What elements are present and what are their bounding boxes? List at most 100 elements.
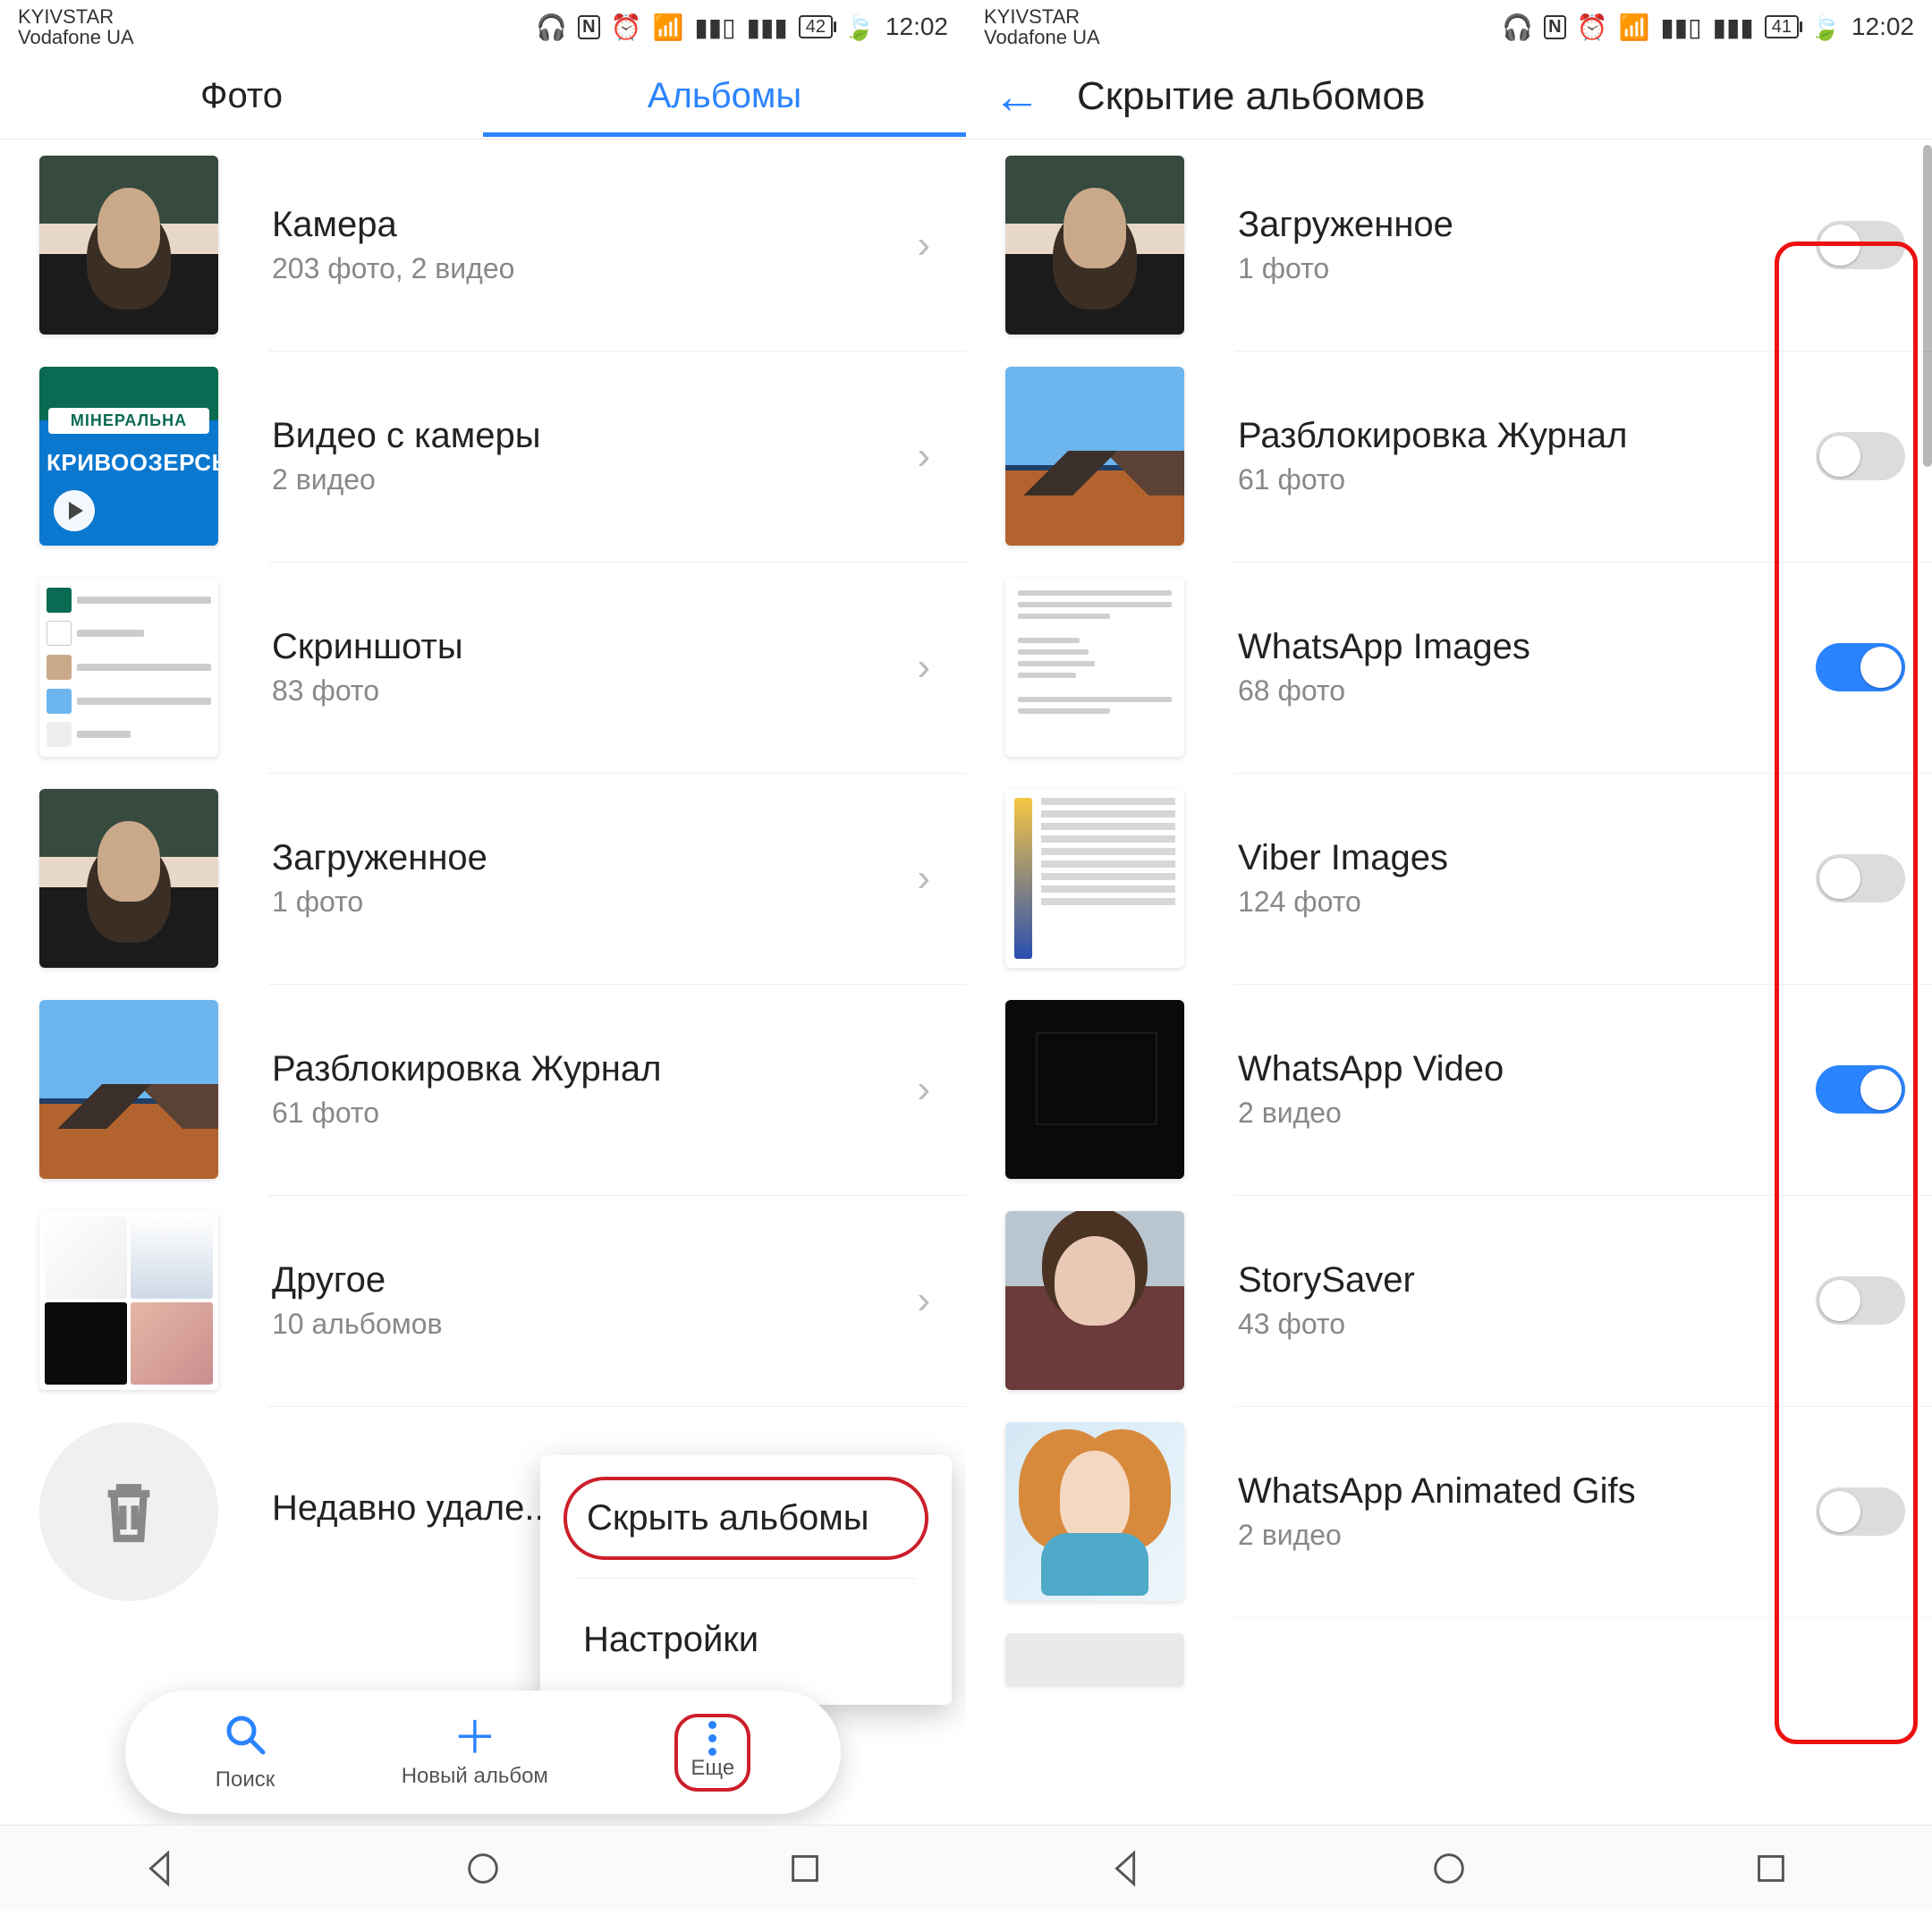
title-bar: ← Скрытие альбомов <box>966 54 1932 140</box>
nav-recent-button[interactable] <box>784 1848 826 1889</box>
album-sub: 2 видео <box>272 463 908 496</box>
chevron-right-icon: › <box>908 434 939 479</box>
signal-1-icon: ▮▮▯ <box>694 13 735 42</box>
more-button[interactable]: Еще <box>674 1714 750 1792</box>
action-bar: Поиск ＋ Новый альбом Еще <box>125 1690 841 1814</box>
nfc-icon: N <box>578 15 599 39</box>
album-sub: 2 видео <box>1238 1519 1816 1552</box>
carrier-2: Vodafone UA <box>984 27 1100 47</box>
phone-left: KYIVSTAR Vodafone UA 🎧 N ⏰ 📶 ▮▮▯ ▮▮▮ 42 … <box>0 0 966 1911</box>
album-name: Загруженное <box>1238 205 1816 245</box>
hide-toggle[interactable] <box>1816 643 1905 691</box>
album-sub: 61 фото <box>1238 463 1816 496</box>
album-thumb <box>39 156 218 335</box>
album-name: StorySaver <box>1238 1260 1816 1301</box>
album-row[interactable]: Другое 10 альбомов › <box>0 1195 966 1406</box>
hide-row: WhatsApp Images68 фото <box>966 562 1932 773</box>
album-thumb <box>39 1000 218 1179</box>
album-sub: 61 фото <box>272 1097 908 1130</box>
hide-toggle[interactable] <box>1816 1276 1905 1325</box>
nav-back-button[interactable] <box>1106 1848 1148 1889</box>
album-row[interactable]: МІНЕРАЛЬНАКРИВООЗЕРСЬК Видео с камеры2 в… <box>0 351 966 562</box>
album-row[interactable]: Разблокировка Журнал61 фото › <box>0 984 966 1195</box>
album-row[interactable]: Скриншоты83 фото › <box>0 562 966 773</box>
album-sub: 1 фото <box>1238 252 1816 285</box>
battery-icon: 41 <box>1765 15 1799 38</box>
hide-row: WhatsApp Video 2 видео <box>966 984 1932 1195</box>
nav-back-button[interactable] <box>140 1848 182 1889</box>
album-thumb <box>39 789 218 968</box>
chevron-right-icon: › <box>908 1067 939 1112</box>
hide-toggle[interactable] <box>1816 221 1905 269</box>
page-margin <box>0 1911 1932 1932</box>
album-sub: 2 видео <box>1238 1097 1816 1130</box>
tab-photos[interactable]: Фото <box>0 56 483 136</box>
battery-icon: 42 <box>799 15 833 38</box>
nav-bar <box>0 1825 966 1911</box>
carrier-1: KYIVSTAR <box>984 6 1100 27</box>
hide-row <box>966 1617 1932 1703</box>
album-sub: 10 альбомов <box>272 1308 908 1341</box>
hide-toggle[interactable] <box>1816 854 1905 902</box>
new-label: Новый альбом <box>402 1764 548 1789</box>
hide-row: WhatsApp Animated Gifs 2 видео <box>966 1406 1932 1617</box>
hide-row: StorySaver 43 фото <box>966 1195 1932 1406</box>
more-label: Еще <box>691 1756 734 1781</box>
wifi-icon: 📶 <box>1618 13 1649 42</box>
hide-row: Viber Images124 фото <box>966 773 1932 984</box>
album-name: Другое <box>272 1260 908 1301</box>
nav-bar <box>966 1825 1932 1911</box>
popup-hide-albums[interactable]: Скрыть альбомы <box>564 1477 928 1560</box>
hide-row: Разблокировка Журнал61 фото <box>966 351 1932 562</box>
signal-2-icon: ▮▮▮ <box>1713 13 1754 42</box>
album-thumb <box>1005 1633 1184 1687</box>
scrollbar[interactable] <box>1923 145 1932 467</box>
album-sub: 43 фото <box>1238 1308 1816 1341</box>
album-name: WhatsApp Video <box>1238 1049 1816 1089</box>
trash-icon <box>39 1422 218 1601</box>
hide-toggle[interactable] <box>1816 1065 1905 1114</box>
search-button[interactable]: Поиск <box>216 1712 275 1792</box>
signal-2-icon: ▮▮▮ <box>747 13 788 42</box>
album-name: WhatsApp Animated Gifs <box>1238 1471 1816 1512</box>
page-title: Скрытие альбомов <box>1077 74 1425 119</box>
album-thumb <box>1005 156 1184 335</box>
album-thumb <box>1005 367 1184 546</box>
phone-right: KYIVSTAR Vodafone UA 🎧 N ⏰ 📶 ▮▮▯ ▮▮▮ 41 … <box>966 0 1932 1911</box>
search-icon <box>223 1712 267 1764</box>
back-button[interactable]: ← <box>993 72 1041 121</box>
more-vert-icon <box>691 1721 734 1756</box>
leaf-icon: 🍃 <box>1809 13 1841 42</box>
chevron-right-icon: › <box>908 856 939 901</box>
nav-home-button[interactable] <box>1428 1848 1470 1889</box>
plus-icon: ＋ <box>453 1716 497 1760</box>
album-name: Камера <box>272 205 908 245</box>
album-sub: 68 фото <box>1238 674 1816 708</box>
clock: 12:02 <box>886 13 948 41</box>
tabs: Фото Альбомы <box>0 54 966 140</box>
album-thumb <box>39 578 218 757</box>
album-sub: 203 фото, 2 видео <box>272 252 908 285</box>
album-sub: 83 фото <box>272 674 908 708</box>
new-album-button[interactable]: ＋ Новый альбом <box>402 1716 548 1789</box>
tab-albums[interactable]: Альбомы <box>483 56 966 136</box>
nav-home-button[interactable] <box>462 1848 504 1889</box>
album-name: Загруженное <box>272 838 908 878</box>
hide-toggle[interactable] <box>1816 432 1905 480</box>
search-label: Поиск <box>216 1767 275 1792</box>
popup-settings[interactable]: Настройки <box>540 1597 952 1683</box>
album-row[interactable]: Камера203 фото, 2 видео › <box>0 140 966 351</box>
chevron-right-icon: › <box>908 1278 939 1323</box>
nav-recent-button[interactable] <box>1750 1848 1792 1889</box>
album-thumb: МІНЕРАЛЬНАКРИВООЗЕРСЬК <box>39 367 218 546</box>
signal-1-icon: ▮▮▯ <box>1660 13 1701 42</box>
album-thumb <box>1005 578 1184 757</box>
play-icon <box>54 490 95 531</box>
headphones-icon: 🎧 <box>1502 13 1533 42</box>
album-row[interactable]: Загруженное 1 фото › <box>0 773 966 984</box>
hide-toggle[interactable] <box>1816 1487 1905 1536</box>
album-thumb <box>1005 1211 1184 1390</box>
status-bar: KYIVSTAR Vodafone UA 🎧 N ⏰ 📶 ▮▮▯ ▮▮▮ 42 … <box>0 0 966 54</box>
album-thumb <box>1005 1422 1184 1601</box>
album-sub: 1 фото <box>272 886 908 919</box>
